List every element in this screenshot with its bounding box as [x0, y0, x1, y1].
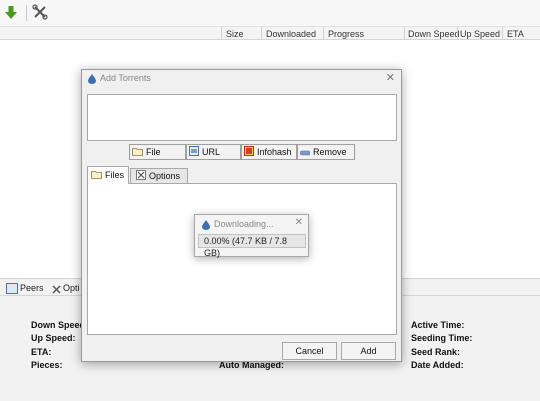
torrent-list-box[interactable]: [87, 94, 397, 141]
remove-icon: [300, 146, 310, 160]
tab-options-dialog-label: Options: [149, 171, 181, 181]
tab-files[interactable]: Files: [87, 166, 129, 184]
add-button[interactable]: Add: [341, 342, 396, 360]
preferences-icon[interactable]: [32, 4, 48, 22]
files-tab-pane: [87, 183, 397, 335]
download-progress-text: 0.00% (47.7 KB / 7.8 GB): [204, 236, 288, 258]
date-added-label: Date Added:: [411, 360, 464, 370]
url-button-label: URL: [202, 147, 221, 157]
file-button-label: File: [146, 147, 161, 157]
folder-icon: [91, 168, 102, 184]
main-toolbar: [0, 0, 540, 26]
downloading-dialog: Downloading... ✕ 0.00% (47.7 KB / 7.8 GB…: [194, 214, 309, 258]
download-arrow-icon[interactable]: [4, 5, 18, 22]
tab-options-label: Opti: [63, 283, 80, 293]
up-speed-label: Up Speed:: [31, 333, 76, 343]
dialog-title: Add Torrents: [100, 73, 151, 83]
options-icon: [52, 284, 61, 294]
download-progress-bar: 0.00% (47.7 KB / 7.8 GB): [198, 234, 306, 258]
infohash-button[interactable]: Infohash: [241, 144, 297, 160]
deluge-icon: [202, 220, 210, 232]
column-downloaded[interactable]: Downloaded: [266, 28, 316, 40]
column-up-speed[interactable]: Up Speed: [460, 28, 500, 40]
url-icon: [189, 145, 199, 160]
column-progress[interactable]: Progress: [328, 28, 364, 40]
active-time-label: Active Time:: [411, 320, 465, 330]
tab-files-label: Files: [105, 170, 125, 180]
deluge-icon: [88, 73, 96, 90]
infohash-icon: [244, 145, 254, 160]
pieces-label: Pieces:: [31, 360, 63, 370]
url-button[interactable]: URL: [186, 144, 241, 160]
remove-button-label: Remove: [313, 147, 347, 157]
tab-peers[interactable]: Peers: [6, 281, 44, 295]
folder-icon: [132, 146, 143, 160]
file-button[interactable]: File: [129, 144, 186, 160]
seed-rank-label: Seed Rank:: [411, 347, 461, 357]
cancel-button[interactable]: Cancel: [282, 342, 337, 360]
tab-options-dialog[interactable]: Options: [130, 168, 188, 183]
tab-peers-label: Peers: [20, 283, 44, 293]
column-down-speed[interactable]: Down Speed: [408, 28, 460, 40]
tab-options[interactable]: Opti: [52, 281, 80, 295]
eta-label: ETA:: [31, 347, 52, 357]
peers-icon: [6, 283, 18, 295]
dialog-titlebar: Add Torrents ✕: [82, 70, 401, 87]
seeding-time-label: Seeding Time:: [411, 333, 473, 343]
close-icon[interactable]: ✕: [386, 70, 395, 87]
column-size[interactable]: Size: [226, 28, 244, 40]
column-eta[interactable]: ETA: [507, 28, 524, 40]
toolbar-separator: [26, 5, 27, 21]
down-speed-label: Down Speed: [31, 320, 86, 330]
options-icon: [136, 169, 146, 184]
infohash-button-label: Infohash: [257, 147, 292, 157]
remove-button[interactable]: Remove: [297, 144, 355, 160]
downloading-title: Downloading...: [214, 219, 274, 229]
torrent-list-header: Size Downloaded Progress Down Speed Up S…: [0, 26, 540, 40]
close-icon[interactable]: ✕: [295, 217, 303, 228]
